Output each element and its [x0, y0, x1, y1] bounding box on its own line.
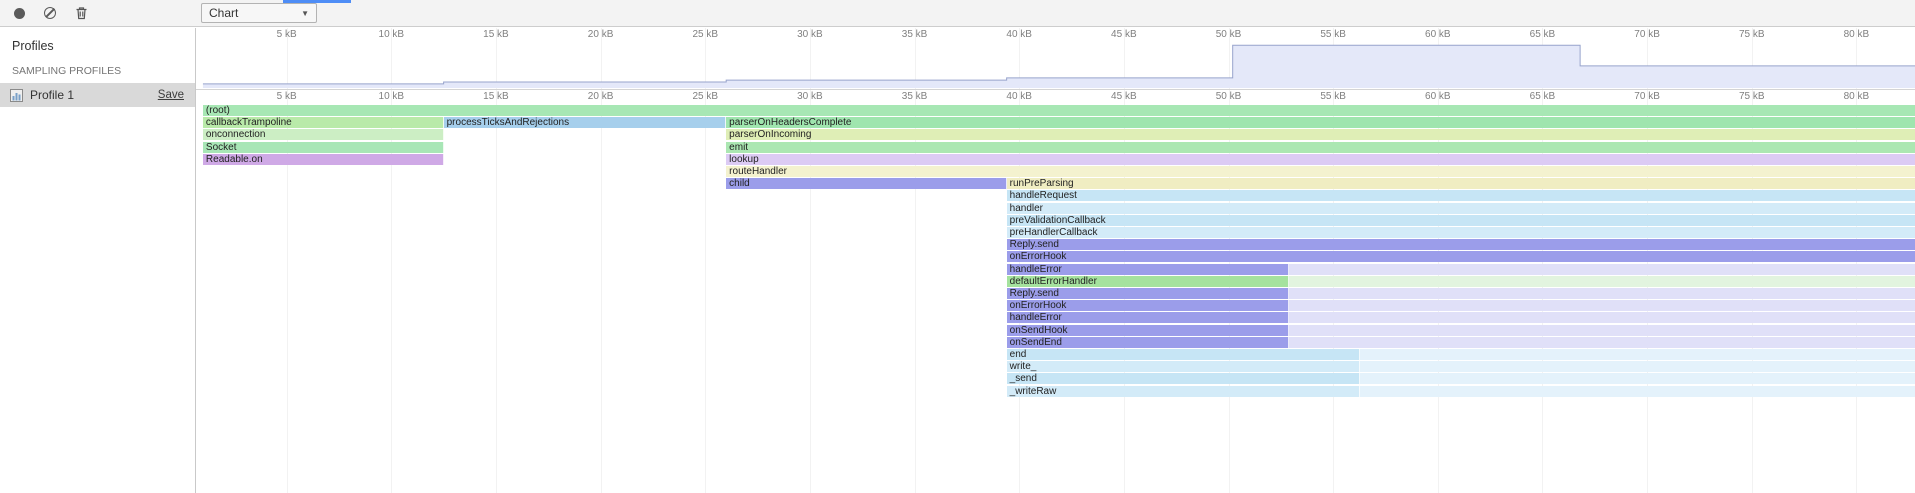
save-link[interactable]: Save: [158, 89, 184, 101]
flame-bar[interactable]: Reply.send: [1007, 288, 1290, 299]
flame-bar[interactable]: lookup: [726, 154, 1915, 165]
flame-chart[interactable]: (root)callbackTrampolineprocessTicksAndR…: [196, 104, 1915, 493]
sidebar: Profiles SAMPLING PROFILES Profile 1 Sav…: [0, 28, 196, 493]
ruler-tick-label: 5 kB: [277, 29, 297, 40]
trash-icon: [75, 6, 88, 20]
flame-bar[interactable]: onErrorHook: [1007, 300, 1290, 311]
flame-bar-extension: [1289, 337, 1915, 348]
memory-overview-graph: [196, 41, 1915, 89]
profiler-app: Chart ▼ Profiles SAMPLING PROFILES Profi…: [0, 0, 1915, 493]
flame-bar[interactable]: runPreParsing: [1007, 178, 1915, 189]
ruler-tick-label: 45 kB: [1111, 91, 1137, 102]
flame-bar[interactable]: preValidationCallback: [1007, 215, 1915, 226]
ruler-tick-label: 55 kB: [1320, 91, 1346, 102]
ruler-tick-label: 15 kB: [483, 29, 509, 40]
flame-bar[interactable]: handleRequest: [1007, 190, 1915, 201]
flame-bar-extension: [1360, 386, 1915, 397]
view-mode-select[interactable]: Chart ▼: [201, 3, 317, 23]
ruler-tick-label: 35 kB: [902, 91, 928, 102]
top-accent-line: [283, 0, 351, 3]
clear-button[interactable]: [38, 2, 62, 24]
profile-icon: [9, 88, 24, 103]
flame-bar[interactable]: preHandlerCallback: [1007, 227, 1915, 238]
flame-bar[interactable]: handleError: [1007, 264, 1290, 275]
ruler-tick-label: 25 kB: [692, 29, 718, 40]
flame-bar[interactable]: _writeRaw: [1007, 386, 1361, 397]
ruler-tick-label: 60 kB: [1425, 91, 1451, 102]
profile-item[interactable]: Profile 1 Save: [0, 83, 195, 107]
ruler-tick-label: 75 kB: [1739, 29, 1765, 40]
clear-icon: [44, 7, 56, 19]
flame-bar-extension: [1289, 288, 1915, 299]
flame-bar[interactable]: child: [726, 178, 1006, 189]
flame-bar-extension: [1360, 349, 1915, 360]
flame-bar[interactable]: onErrorHook: [1007, 251, 1915, 262]
flame-bar-extension: [1360, 361, 1915, 372]
flame-bar[interactable]: onconnection: [203, 129, 444, 140]
ruler-tick-label: 55 kB: [1320, 29, 1346, 40]
ruler-tick-label: 35 kB: [902, 29, 928, 40]
record-icon: [14, 8, 25, 19]
ruler-tick-label: 50 kB: [1216, 29, 1242, 40]
flame-bar-extension: [1289, 312, 1915, 323]
flame-bar[interactable]: Readable.on: [203, 154, 444, 165]
ruler-bottom: 5 kB 10 kB 15 kB 20 kB 25 kB 30 kB 35 kB 40 kB 4…: [196, 90, 1915, 104]
flame-bar[interactable]: processTicksAndRejections: [444, 117, 727, 128]
flame-bar[interactable]: emit: [726, 142, 1915, 153]
ruler-tick-label: 10 kB: [379, 29, 405, 40]
view-mode-value: Chart: [209, 6, 238, 20]
ruler-tick-label: 10 kB: [379, 91, 405, 102]
ruler-tick-label: 5 kB: [277, 91, 297, 102]
ruler-tick-label: 25 kB: [692, 91, 718, 102]
profiles-title: Profiles: [0, 28, 195, 55]
flame-bar[interactable]: (root): [203, 105, 1915, 116]
ruler-tick-label: 20 kB: [588, 29, 614, 40]
flame-bar-extension: [1289, 276, 1915, 287]
flame-bar[interactable]: handleError: [1007, 312, 1290, 323]
ruler-tick-label: 60 kB: [1425, 29, 1451, 40]
ruler-tick-label: 45 kB: [1111, 29, 1137, 40]
ruler-tick-label: 40 kB: [1006, 29, 1032, 40]
flame-bar[interactable]: routeHandler: [726, 166, 1915, 177]
flame-bar-extension: [1289, 264, 1915, 275]
flame-bar-extension: [1289, 300, 1915, 311]
flame-bar-extension: [1360, 373, 1915, 384]
flame-bar[interactable]: parserOnIncoming: [726, 129, 1915, 140]
ruler-top: 5 kB 10 kB 15 kB 20 kB 25 kB 30 kB 35 kB 40 kB 4…: [196, 28, 1915, 41]
ruler-tick-label: 40 kB: [1006, 91, 1032, 102]
ruler-tick-label: 70 kB: [1634, 29, 1660, 40]
delete-profile-button[interactable]: [69, 2, 93, 24]
flame-bar[interactable]: Reply.send: [1007, 239, 1915, 250]
flame-bar[interactable]: callbackTrampoline: [203, 117, 444, 128]
sampling-profiles-heading: SAMPLING PROFILES: [0, 55, 195, 83]
ruler-tick-label: 70 kB: [1634, 91, 1660, 102]
flame-bar[interactable]: onSendHook: [1007, 325, 1290, 336]
ruler-tick-label: 75 kB: [1739, 91, 1765, 102]
ruler-tick-label: 80 kB: [1844, 91, 1870, 102]
flame-bar[interactable]: write_: [1007, 361, 1361, 372]
flame-bar[interactable]: parserOnHeadersComplete: [726, 117, 1915, 128]
toolbar: Chart ▼: [0, 0, 1915, 27]
ruler-tick-label: 50 kB: [1216, 91, 1242, 102]
ruler-tick-label: 80 kB: [1844, 29, 1870, 40]
ruler-tick-label: 15 kB: [483, 91, 509, 102]
ruler-tick-label: 65 kB: [1530, 29, 1556, 40]
ruler-tick-label: 30 kB: [797, 91, 823, 102]
flame-bar[interactable]: onSendEnd: [1007, 337, 1290, 348]
flame-bar[interactable]: defaultErrorHandler: [1007, 276, 1290, 287]
ruler-tick-label: 30 kB: [797, 29, 823, 40]
flame-bar[interactable]: handler: [1007, 203, 1915, 214]
profile-name: Profile 1: [30, 88, 158, 102]
flame-bar[interactable]: Socket: [203, 142, 444, 153]
flame-bar-extension: [1289, 325, 1915, 336]
chevron-down-icon: ▼: [301, 9, 309, 18]
ruler-tick-label: 20 kB: [588, 91, 614, 102]
flame-bar[interactable]: _send: [1007, 373, 1361, 384]
memory-overview[interactable]: [196, 41, 1915, 90]
flame-bar[interactable]: end: [1007, 349, 1361, 360]
ruler-tick-label: 65 kB: [1530, 91, 1556, 102]
flame-chart-panel: 5 kB 10 kB 15 kB 20 kB 25 kB 30 kB 35 kB 40 kB 4…: [196, 28, 1915, 493]
record-button[interactable]: [7, 2, 31, 24]
